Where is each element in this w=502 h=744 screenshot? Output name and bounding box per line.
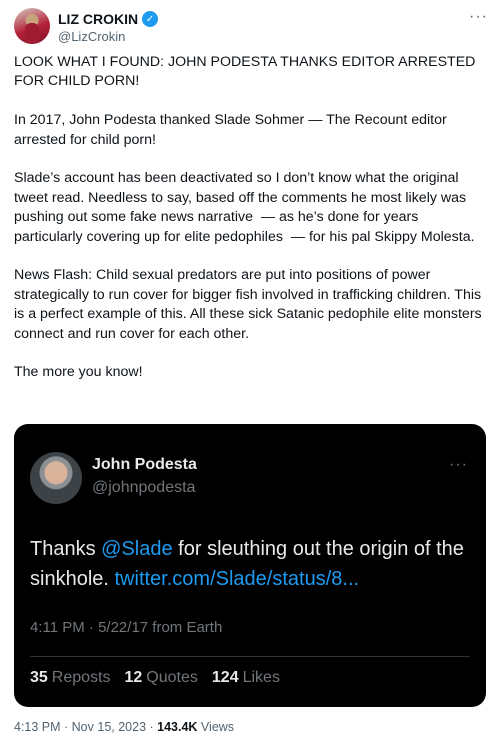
quoted-tweet-text: Thanks @Slade for sleuthing out the orig… (30, 534, 470, 594)
author-avatar[interactable] (14, 8, 50, 44)
tweet-header: LIZ CROKIN ✓ @LizCrokin ··· (14, 8, 488, 48)
tweet-meta: 4:13 PM · Nov 15, 2023 · 143.4K Views (14, 720, 234, 734)
author-name-row: LIZ CROKIN ✓ (58, 10, 159, 28)
quotes-label: Quotes (146, 669, 198, 686)
tweet-timestamp[interactable]: 4:13 PM · Nov 15, 2023 · (14, 720, 157, 734)
divider (30, 656, 470, 657)
tweet-paragraph: Slade’s account has been deactivated so … (14, 170, 475, 245)
quoted-author-avatar[interactable] (30, 452, 82, 504)
reposts-stat[interactable]: 35 Reposts (30, 669, 111, 687)
quoted-tweet-card[interactable]: John Podesta @johnpodesta ··· Thanks @Sl… (14, 424, 486, 707)
mention-link[interactable]: @Slade (101, 538, 172, 560)
quoted-author-handle[interactable]: @johnpodesta (92, 479, 195, 497)
tweet-paragraph: The more you know! (14, 364, 143, 381)
reposts-count: 35 (30, 669, 48, 686)
status-link[interactable]: twitter.com/Slade/status/8... (115, 568, 360, 590)
quotes-count: 12 (124, 669, 143, 686)
likes-count: 124 (211, 669, 239, 686)
quoted-timestamp[interactable]: 4:11 PM · 5/22/17 from Earth (30, 619, 222, 636)
tweet-paragraph: News Flash: Child sexual predators are p… (14, 267, 486, 342)
quoted-more-options-icon[interactable]: ··· (449, 456, 468, 474)
reposts-label: Reposts (51, 669, 111, 686)
likes-stat[interactable]: 124 Likes (212, 669, 280, 687)
tweet-paragraph: In 2017, John Podesta thanked Slade Sohm… (14, 112, 451, 148)
quotes-stat[interactable]: 12 Quotes (125, 669, 198, 687)
tweet-paragraph: LOOK WHAT I FOUND: JOHN PODESTA THANKS E… (14, 54, 480, 90)
likes-label: Likes (242, 669, 280, 686)
author-name[interactable]: LIZ CROKIN (58, 11, 138, 27)
verified-check-icon: ✓ (142, 11, 159, 27)
quoted-text-before: Thanks (30, 538, 102, 560)
views-count: 143.4K (157, 720, 198, 734)
more-options-icon[interactable]: ··· (469, 8, 488, 26)
quoted-stats: 35 Reposts 12 Quotes 124 Likes (30, 669, 280, 687)
views-label: Views (197, 720, 235, 734)
quoted-author-name[interactable]: John Podesta (92, 456, 197, 474)
author-handle[interactable]: @LizCrokin (58, 29, 125, 44)
tweet-text: LOOK WHAT I FOUND: JOHN PODESTA THANKS E… (14, 53, 488, 402)
